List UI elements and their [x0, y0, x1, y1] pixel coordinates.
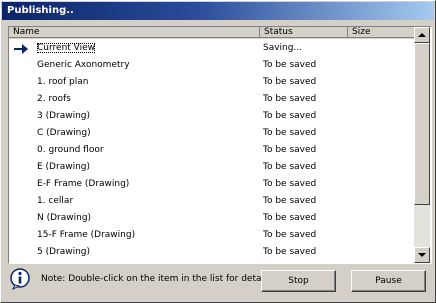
- row-name: 3 (Drawing): [37, 111, 91, 121]
- column-header-name[interactable]: Name: [9, 27, 260, 38]
- publish-list[interactable]: Name Status Size Current View Saving... Ge…: [8, 26, 432, 264]
- row-name: 5 (Drawing): [37, 247, 91, 257]
- stop-button[interactable]: Stop: [261, 270, 336, 292]
- list-row[interactable]: 5 (Drawing) To be saved: [9, 244, 414, 261]
- list-row[interactable]: 15-F Frame (Drawing) To be saved: [9, 227, 414, 244]
- row-size: [351, 40, 411, 57]
- row-status: To be saved: [263, 94, 317, 104]
- list-row[interactable]: 0. ground floor To be saved: [9, 142, 414, 159]
- list-row[interactable]: 1. roof plan To be saved: [9, 74, 414, 91]
- row-name: 2. roofs: [37, 94, 71, 104]
- row-name: C (Drawing): [37, 128, 91, 138]
- row-size: [351, 74, 411, 91]
- row-status: To be saved: [263, 128, 317, 138]
- column-header-size[interactable]: Size: [348, 27, 414, 38]
- row-size: [351, 176, 411, 193]
- row-name: E-F Frame (Drawing): [37, 179, 130, 189]
- row-name: 15-F Frame (Drawing): [37, 230, 136, 240]
- row-status: To be saved: [263, 196, 317, 206]
- row-size: [351, 244, 411, 261]
- row-status: To be saved: [263, 213, 317, 223]
- list-header: Name Status Size: [9, 27, 414, 39]
- row-name: 1. cellar: [37, 196, 74, 206]
- note-text: Note: Double-click on the item in the li…: [41, 274, 275, 284]
- list-row[interactable]: E (Drawing) To be saved: [9, 159, 414, 176]
- list-row[interactable]: Generic Axonometry To be saved: [9, 57, 414, 74]
- row-name: 1. roof plan: [37, 77, 89, 87]
- list-row[interactable]: E-F Frame (Drawing) To be saved: [9, 176, 414, 193]
- row-size: [351, 125, 411, 142]
- row-name: E (Drawing): [37, 162, 90, 172]
- row-status: To be saved: [263, 145, 317, 155]
- row-name: N (Drawing): [37, 213, 92, 223]
- row-size: [351, 227, 411, 244]
- arrow-down-icon: [418, 253, 426, 257]
- title-bar[interactable]: Publishing..: [2, 2, 434, 20]
- pause-button[interactable]: Pause: [351, 270, 426, 292]
- list-rows: Current View Saving... Generic Axonometry T…: [9, 40, 414, 261]
- publishing-dialog: Publishing.. Name Status Size Current Vi…: [0, 0, 436, 303]
- row-status: To be saved: [263, 162, 317, 172]
- row-status: To be saved: [263, 247, 317, 257]
- list-row[interactable]: N (Drawing) To be saved: [9, 210, 414, 227]
- list-row[interactable]: 2. roofs To be saved: [9, 91, 414, 108]
- row-size: [351, 159, 411, 176]
- row-status: To be saved: [263, 60, 317, 70]
- row-status: To be saved: [263, 111, 317, 121]
- row-status: To be saved: [263, 179, 317, 189]
- vertical-scrollbar[interactable]: [414, 27, 430, 263]
- row-size: [351, 57, 411, 74]
- row-size: [351, 210, 411, 227]
- column-header-status[interactable]: Status: [260, 27, 348, 38]
- row-size: [351, 108, 411, 125]
- row-name: Generic Axonometry: [37, 60, 130, 70]
- scroll-up-button[interactable]: [414, 27, 430, 43]
- arrow-right-icon: [14, 44, 28, 54]
- row-status: To be saved: [263, 77, 317, 87]
- scrollbar-thumb[interactable]: [414, 43, 430, 205]
- scroll-down-button[interactable]: [414, 247, 430, 263]
- row-size: [351, 193, 411, 210]
- row-status: To be saved: [263, 230, 317, 240]
- list-row[interactable]: 1. cellar To be saved: [9, 193, 414, 210]
- list-row[interactable]: Current View Saving...: [9, 40, 414, 57]
- row-status: Saving...: [263, 43, 303, 53]
- window-title: Publishing..: [7, 5, 74, 16]
- row-name: 0. ground floor: [37, 145, 104, 155]
- info-icon: [10, 268, 30, 290]
- row-name: Current View: [37, 43, 96, 53]
- row-size: [351, 91, 411, 108]
- list-row[interactable]: 3 (Drawing) To be saved: [9, 108, 414, 125]
- row-size: [351, 142, 411, 159]
- arrow-up-icon: [418, 33, 426, 37]
- list-row[interactable]: C (Drawing) To be saved: [9, 125, 414, 142]
